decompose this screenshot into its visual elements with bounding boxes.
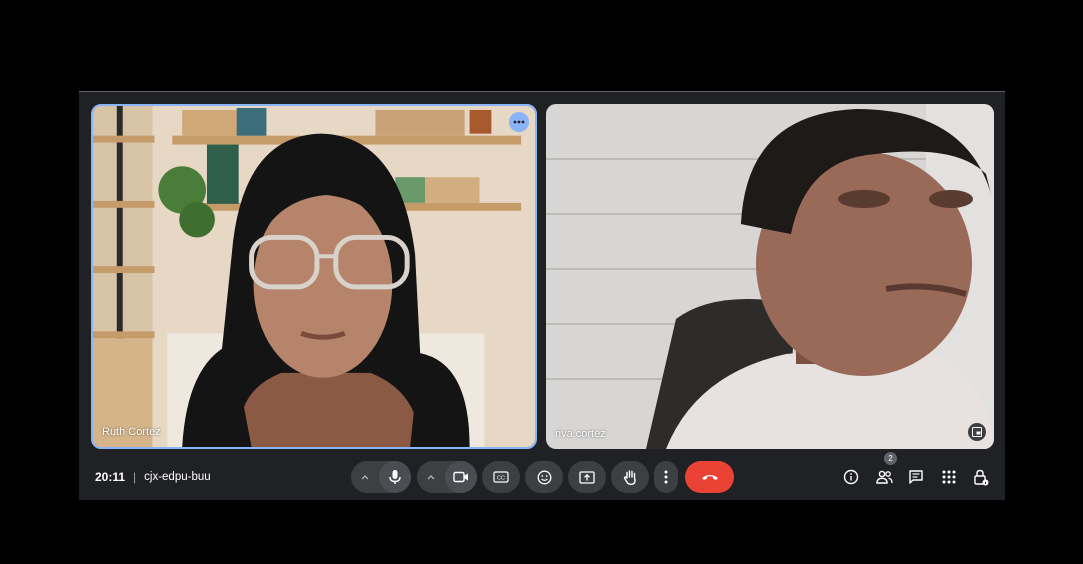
chevron-up-icon	[427, 474, 435, 479]
raise-hand-button[interactable]	[611, 461, 649, 493]
camera-control	[417, 461, 477, 493]
more-vert-icon	[664, 470, 668, 484]
participant-tile-riva[interactable]: riva cortez	[546, 104, 994, 449]
video-feed	[93, 106, 535, 447]
picture-in-picture-icon	[972, 427, 982, 437]
people-icon	[875, 470, 893, 484]
end-call-icon	[701, 475, 718, 480]
people-count-badge: 2	[884, 452, 897, 465]
pip-button[interactable]	[968, 423, 986, 441]
activities-button[interactable]	[939, 467, 959, 487]
meeting-details: 20:11 | cjx-edpu-buu	[95, 470, 211, 484]
control-bar: 20:11 | cjx-edpu-buu CC 2	[79, 452, 1005, 497]
reactions-button[interactable]	[525, 461, 563, 493]
meeting-info-button[interactable]	[841, 467, 861, 487]
participant-tile-ruth[interactable]: Ruth Cortez	[91, 104, 537, 449]
svg-text:CC: CC	[497, 475, 505, 481]
participant-name: Ruth Cortez	[102, 426, 161, 438]
mic-button[interactable]	[379, 461, 411, 493]
chevron-up-icon	[361, 474, 369, 479]
captions-button[interactable]: CC	[482, 461, 520, 493]
camera-button[interactable]	[445, 461, 477, 493]
meeting-code: cjx-edpu-buu	[144, 471, 211, 483]
emoji-icon	[537, 470, 551, 484]
info-icon	[843, 469, 859, 485]
host-controls-button[interactable]	[971, 467, 991, 487]
present-screen-icon	[579, 470, 595, 484]
separator: |	[133, 470, 137, 484]
clock: 20:11	[95, 470, 126, 484]
chat-icon	[909, 470, 923, 484]
mic-control	[351, 461, 411, 493]
video-feed	[546, 104, 994, 449]
meet-window: Ruth Cortez riva cortez 20:11 | cjx-edpu…	[79, 91, 1005, 500]
camera-options-button[interactable]	[417, 474, 445, 480]
lock-icon	[974, 469, 989, 485]
more-options-button[interactable]	[654, 461, 678, 493]
participant-name: riva cortez	[555, 428, 606, 440]
leave-call-button[interactable]	[685, 461, 734, 493]
microphone-icon	[389, 470, 401, 484]
mic-options-button[interactable]	[351, 474, 379, 480]
video-camera-icon	[453, 471, 468, 483]
more-horiz-icon	[513, 120, 525, 124]
present-button[interactable]	[568, 461, 606, 493]
apps-grid-icon	[942, 470, 956, 484]
tile-options-button[interactable]	[509, 112, 529, 132]
hand-icon	[623, 470, 636, 485]
people-button[interactable]	[874, 467, 894, 487]
chat-button[interactable]	[906, 467, 926, 487]
closed-captions-icon: CC	[493, 471, 509, 483]
